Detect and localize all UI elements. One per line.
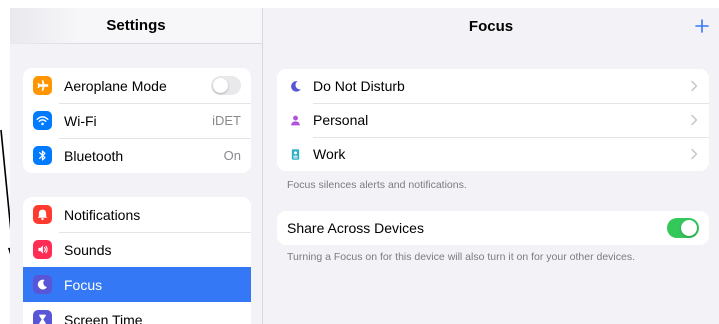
sidebar-item-label: Wi-Fi [64, 112, 97, 129]
sidebar-item-label: Sounds [64, 241, 112, 258]
sidebar-item-aeroplane-mode[interactable]: Aeroplane Mode [23, 68, 251, 103]
page-title: Focus [468, 17, 514, 35]
hourglass-icon [33, 310, 52, 324]
share-across-devices-label: Share Across Devices [287, 220, 424, 236]
toggle-knob [681, 220, 697, 236]
sidebar-item-sounds[interactable]: Sounds [23, 232, 251, 267]
sidebar-item-focus[interactable]: Focus [23, 267, 251, 302]
add-focus-button[interactable] [691, 15, 713, 37]
sidebar-item-screen-time[interactable]: Screen Time [23, 302, 251, 324]
speaker-icon [33, 240, 52, 259]
sidebar-item-label: Notifications [64, 206, 141, 223]
bluetooth-status-value: On [223, 148, 241, 163]
sidebar-title: Settings [106, 17, 166, 34]
focus-item-work[interactable]: Work [277, 137, 709, 171]
focus-item-do-not-disturb[interactable]: Do Not Disturb [277, 69, 709, 103]
sidebar-item-label: Focus [64, 276, 103, 293]
general-group: Notifications Sounds Focus Screen Time [23, 197, 251, 324]
sidebar-item-label: Screen Time [64, 311, 143, 324]
focus-description: Focus silences alerts and notifications. [287, 179, 467, 191]
bell-icon [33, 205, 52, 224]
bluetooth-icon [33, 146, 52, 165]
moon-icon [33, 275, 52, 294]
toggle-knob [213, 78, 228, 93]
share-across-devices-card: Share Across Devices [277, 211, 709, 245]
sidebar-item-label: Aeroplane Mode [64, 77, 167, 94]
focus-item-personal[interactable]: Personal [277, 103, 709, 137]
focus-modes-list: Do Not Disturb Personal Work [277, 69, 709, 171]
share-description: Turning a Focus on for this device will … [287, 251, 636, 263]
sidebar-item-wifi[interactable]: Wi-Fi iDET [23, 103, 251, 138]
focus-item-label: Personal [313, 112, 369, 128]
airplane-icon [33, 76, 52, 95]
focus-item-label: Work [313, 146, 346, 162]
main-pane: Focus Do Not Disturb Personal Work Focus… [262, 8, 719, 324]
chevron-right-icon [691, 148, 698, 160]
main-header: Focus [263, 8, 719, 44]
sidebar-item-label: Bluetooth [64, 147, 124, 164]
share-across-devices-row: Share Across Devices [277, 211, 709, 245]
person-icon [287, 112, 303, 128]
share-across-devices-toggle[interactable] [667, 218, 699, 238]
sidebar-item-bluetooth[interactable]: Bluetooth On [23, 138, 251, 173]
blurred-region [10, 8, 80, 44]
wifi-icon [33, 111, 52, 130]
chevron-right-icon [691, 80, 698, 92]
plus-icon [695, 19, 709, 33]
aeroplane-mode-toggle[interactable] [211, 76, 241, 95]
wifi-network-value: iDET [212, 113, 241, 128]
chevron-right-icon [691, 114, 698, 126]
sidebar-header: Settings [10, 8, 262, 44]
moon-icon [287, 78, 303, 94]
focus-item-label: Do Not Disturb [313, 78, 405, 94]
sidebar: Settings Aeroplane Mode Wi-Fi iDET Bluet… [10, 8, 262, 324]
sidebar-item-notifications[interactable]: Notifications [23, 197, 251, 232]
badge-icon [287, 146, 303, 162]
connectivity-group: Aeroplane Mode Wi-Fi iDET Bluetooth On [23, 68, 251, 173]
